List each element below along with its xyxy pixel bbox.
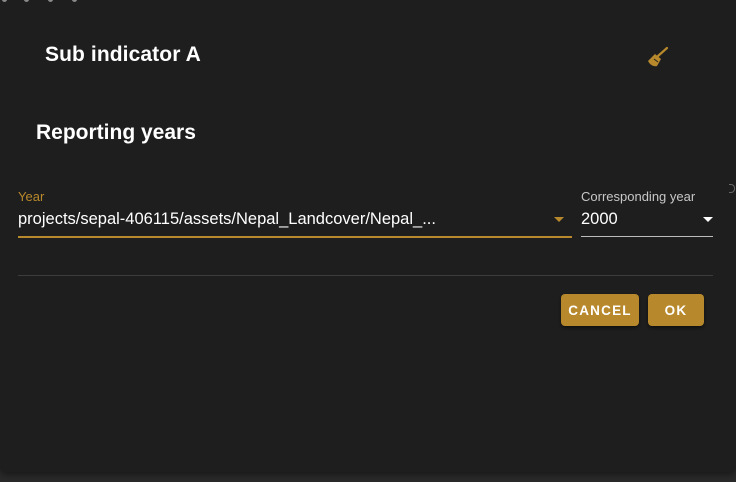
- ok-button[interactable]: OK: [648, 294, 704, 326]
- top-edge-dots: [0, 0, 90, 3]
- year-label: Year: [18, 189, 45, 204]
- section-title: Reporting years: [36, 121, 196, 144]
- corresponding-year-underline: [581, 236, 713, 237]
- chevron-down-icon[interactable]: [703, 217, 713, 222]
- corresponding-year-label: Corresponding year: [581, 189, 696, 204]
- year-select[interactable]: Year projects/sepal-406115/assets/Nepal_…: [18, 189, 572, 239]
- corresponding-year-select[interactable]: Corresponding year 2000: [581, 189, 713, 239]
- year-value: projects/sepal-406115/assets/Nepal_Landc…: [18, 210, 436, 228]
- broom-icon: [648, 46, 669, 67]
- clear-button[interactable]: [645, 44, 671, 70]
- chevron-down-icon[interactable]: [554, 217, 564, 222]
- scrollbar-edge: [729, 184, 735, 193]
- year-underline: [18, 236, 572, 238]
- cancel-button[interactable]: CANCEL: [561, 294, 639, 326]
- divider: [18, 275, 713, 276]
- corresponding-year-value: 2000: [581, 210, 618, 228]
- dialog-title: Sub indicator A: [45, 43, 201, 66]
- sub-indicator-dialog: Sub indicator A Reporting years Year pro…: [0, 0, 736, 472]
